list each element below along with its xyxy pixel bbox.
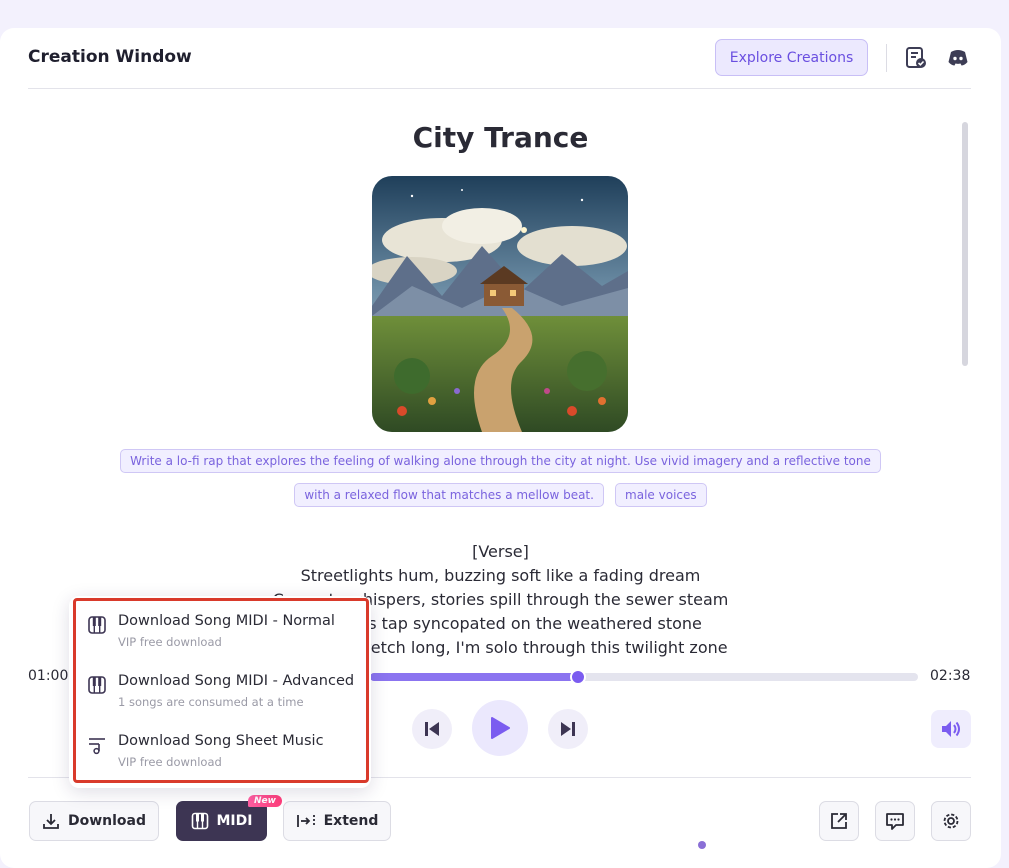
sheet-music-icon [89, 738, 105, 755]
prompt-tags-row-1: Write a lo-fi rap that explores the feel… [0, 449, 1001, 473]
midi-download-menu: Download Song MIDI - Normal VIP free dow… [69, 596, 371, 788]
current-time: 01:00 [28, 668, 69, 684]
share-button[interactable] [819, 801, 859, 841]
external-link-icon [831, 813, 847, 829]
prompt-tags-row-2: with a relaxed flow that matches a mello… [0, 483, 1001, 507]
explore-creations-button[interactable]: Explore Creations [715, 39, 868, 76]
header-divider [886, 44, 887, 72]
download-icon [43, 814, 59, 829]
song-cover-art [372, 176, 628, 432]
task-list-icon[interactable] [904, 46, 928, 70]
progress-track[interactable] [370, 669, 918, 685]
progress-fill [370, 673, 579, 681]
comment-icon [886, 813, 904, 830]
menu-item-sheet-music[interactable]: Download Song Sheet Music VIP free downl… [87, 733, 357, 785]
scrollbar-thumb[interactable] [962, 122, 968, 366]
new-badge: New [248, 795, 282, 807]
piano-icon [88, 676, 106, 694]
download-button[interactable]: Download [29, 801, 159, 841]
skip-forward-icon [561, 722, 575, 736]
previous-button[interactable] [412, 709, 452, 749]
play-button[interactable] [472, 700, 528, 756]
volume-icon [942, 721, 960, 737]
settings-button[interactable] [931, 801, 971, 841]
prompt-tag: with a relaxed flow that matches a mello… [294, 483, 604, 507]
page-title: Creation Window [28, 47, 192, 67]
next-button[interactable] [548, 709, 588, 749]
extend-button[interactable]: Extend [283, 801, 391, 841]
song-title: City Trance [412, 121, 589, 154]
progress-thumb[interactable] [570, 669, 587, 685]
piano-icon [191, 812, 208, 830]
volume-button[interactable] [931, 710, 971, 748]
menu-item-title: Download Song MIDI - Normal [118, 613, 335, 629]
extend-icon [296, 815, 315, 827]
feedback-button[interactable] [875, 801, 915, 841]
style-tag: male voices [615, 483, 707, 507]
lyrics-line: Streetlights hum, buzzing soft like a fa… [300, 566, 701, 585]
skip-back-icon [425, 722, 439, 736]
indicator-dot [698, 841, 706, 849]
total-time: 02:38 [930, 668, 971, 684]
menu-item-title: Download Song MIDI - Advanced [118, 673, 355, 689]
menu-item-subtitle: VIP free download [118, 635, 222, 649]
menu-item-subtitle: 1 songs are consumed at a time [118, 695, 304, 709]
play-icon [491, 717, 510, 739]
menu-item-title: Download Song Sheet Music [118, 733, 324, 749]
menu-item-midi-advanced[interactable]: Download Song MIDI - Advanced 1 songs ar… [87, 673, 357, 725]
download-label: Download [67, 813, 147, 829]
extend-label: Extend [323, 813, 379, 829]
piano-icon [88, 616, 106, 634]
menu-item-subtitle: VIP free download [118, 755, 222, 769]
midi-label: MIDI [216, 813, 253, 829]
prompt-tag: Write a lo-fi rap that explores the feel… [120, 449, 881, 473]
lyrics-line: [Verse] [472, 542, 529, 561]
gear-icon [943, 813, 959, 829]
header: Creation Window Explore Creations [28, 28, 971, 89]
menu-item-midi-normal[interactable]: Download Song MIDI - Normal VIP free dow… [87, 613, 357, 665]
discord-icon[interactable] [946, 46, 970, 70]
midi-button[interactable]: MIDI [176, 801, 267, 841]
